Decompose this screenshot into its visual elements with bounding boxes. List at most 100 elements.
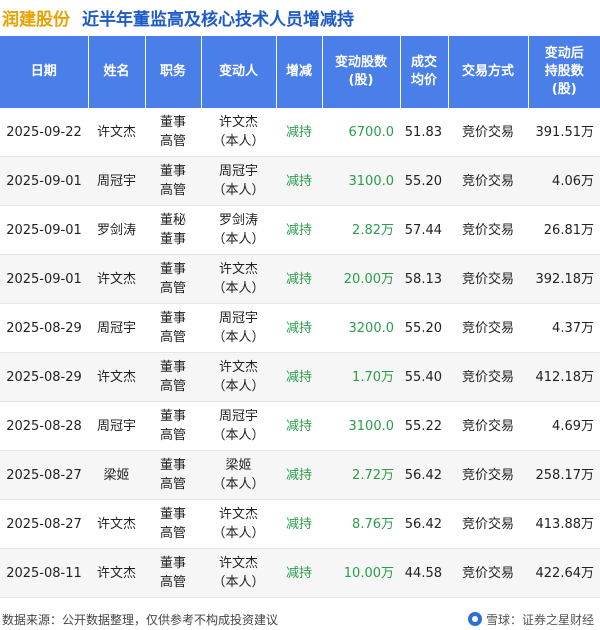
cell-changer: 许文杰 （本人） bbox=[201, 352, 276, 402]
insider-trading-table: 日期 姓名 职务 变动人 增减 变动股数 (股) 成交 均价 交易方式 变动后 bbox=[0, 36, 600, 598]
cell-changer: 周冠宇 （本人） bbox=[201, 401, 276, 451]
cell-position-line1: 董事 bbox=[159, 311, 186, 326]
cell-position: 董事 高管 bbox=[145, 303, 201, 353]
cell-position-line2: 高管 bbox=[159, 134, 186, 149]
cell-changer: 许文杰 （本人） bbox=[201, 108, 276, 157]
cell-changer-line1: 许文杰 bbox=[218, 507, 258, 522]
col-header-price-line1: 成交 bbox=[410, 55, 437, 70]
cell-after: 413.88万 bbox=[528, 499, 600, 549]
cell-date: 2025-09-01 bbox=[0, 205, 88, 255]
col-header-direction: 增减 bbox=[276, 36, 323, 108]
cell-volume: 6700.0 bbox=[322, 108, 400, 157]
cell-changer-line1: 罗剑涛 bbox=[218, 213, 258, 228]
cell-price: 55.20 bbox=[400, 303, 448, 353]
cell-volume: 1.70万 bbox=[322, 352, 400, 402]
stock-name: 润建股份 bbox=[2, 9, 70, 30]
cell-method: 竞价交易 bbox=[448, 108, 528, 157]
cell-date: 2025-09-22 bbox=[0, 108, 88, 157]
page-title: 润建股份 近半年董监高及核心技术人员增减持 bbox=[0, 0, 600, 34]
cell-position-line1: 董事 bbox=[159, 360, 186, 375]
cell-direction: 减持 bbox=[276, 108, 322, 157]
cell-position: 董事 高管 bbox=[145, 401, 201, 451]
cell-changer: 许文杰 （本人） bbox=[201, 254, 276, 304]
cell-position-line2: 高管 bbox=[159, 379, 186, 394]
cell-date: 2025-08-27 bbox=[0, 450, 88, 500]
cell-position-line2: 高管 bbox=[159, 526, 186, 541]
cell-position-line2: 高管 bbox=[159, 183, 186, 198]
cell-changer-line2: （本人） bbox=[212, 330, 265, 345]
cell-after: 26.81万 bbox=[528, 205, 600, 255]
cell-changer-line2: （本人） bbox=[212, 477, 265, 492]
col-header-date: 日期 bbox=[0, 36, 89, 108]
brand-text: 雪球：证券之星财经 bbox=[485, 612, 594, 627]
cell-position-line1: 董事 bbox=[159, 458, 186, 473]
cell-changer-line2: （本人） bbox=[212, 183, 265, 198]
cell-price: 57.44 bbox=[400, 205, 448, 255]
col-header-method: 交易方式 bbox=[448, 36, 529, 108]
cell-position-line2: 高管 bbox=[159, 477, 186, 492]
cell-changer-line2: （本人） bbox=[212, 379, 265, 394]
cell-date: 2025-08-28 bbox=[0, 401, 88, 451]
col-header-volume: 变动股数 (股) bbox=[322, 36, 401, 108]
cell-position: 董事 高管 bbox=[145, 108, 201, 157]
cell-direction: 减持 bbox=[276, 548, 322, 598]
cell-date: 2025-08-27 bbox=[0, 499, 88, 549]
cell-name: 梁姬 bbox=[88, 450, 145, 500]
cell-name: 许文杰 bbox=[88, 548, 145, 598]
table-row: 2025-09-01 罗剑涛 董秘 董事 罗剑涛 （本人） 减持 2.82万 57.44 竞价交易… bbox=[0, 205, 600, 255]
cell-price: 58.13 bbox=[400, 254, 448, 304]
col-header-after: 变动后 持股数 (股) bbox=[528, 36, 600, 108]
table-row: 2025-08-28 周冠宇 董事 高管 周冠宇 （本人） 减持 3100.0 55.22 竞价交… bbox=[0, 401, 600, 451]
cell-after: 422.64万 bbox=[528, 548, 600, 598]
cell-position-line1: 董事 bbox=[159, 115, 186, 130]
table-row: 2025-09-22 许文杰 董事 高管 许文杰 （本人） 减持 6700.0 51.83 竞价交… bbox=[0, 108, 600, 157]
table-subtitle: 近半年董监高及核心技术人员增减持 bbox=[82, 9, 354, 30]
cell-price: 55.40 bbox=[400, 352, 448, 402]
cell-method: 竞价交易 bbox=[448, 450, 528, 500]
table-row: 2025-09-01 周冠宇 董事 高管 周冠宇 （本人） 减持 3100.0 55.20 竞价交… bbox=[0, 156, 600, 206]
cell-position-line2: 高管 bbox=[159, 428, 186, 443]
cell-name: 许文杰 bbox=[88, 254, 145, 304]
cell-changer-line1: 许文杰 bbox=[218, 262, 258, 277]
cell-after: 412.18万 bbox=[528, 352, 600, 402]
cell-name: 罗剑涛 bbox=[88, 205, 145, 255]
cell-price: 55.22 bbox=[400, 401, 448, 451]
cell-after: 4.37万 bbox=[528, 303, 600, 353]
cell-position: 董事 高管 bbox=[145, 254, 201, 304]
cell-position-line1: 董事 bbox=[159, 507, 186, 522]
cell-method: 竞价交易 bbox=[448, 205, 528, 255]
cell-direction: 减持 bbox=[276, 205, 322, 255]
col-header-after-line1: 变动后 bbox=[544, 46, 584, 61]
cell-position-line2: 高管 bbox=[159, 575, 186, 590]
cell-after: 4.69万 bbox=[528, 401, 600, 451]
cell-direction: 减持 bbox=[276, 401, 322, 451]
cell-date: 2025-09-01 bbox=[0, 156, 88, 206]
cell-changer: 罗剑涛 （本人） bbox=[201, 205, 276, 255]
table-row: 2025-08-27 梁姬 董事 高管 梁姬 （本人） 减持 2.72万 56.42 竞价交易 25… bbox=[0, 450, 600, 500]
cell-position-line2: 高管 bbox=[159, 330, 186, 345]
cell-position-line1: 董事 bbox=[159, 556, 186, 571]
cell-changer-line2: （本人） bbox=[212, 526, 265, 541]
cell-name: 周冠宇 bbox=[88, 303, 145, 353]
cell-name: 许文杰 bbox=[88, 108, 145, 157]
cell-position-line1: 董事 bbox=[159, 164, 186, 179]
cell-method: 竞价交易 bbox=[448, 548, 528, 598]
cell-name: 周冠宇 bbox=[88, 401, 145, 451]
cell-volume: 3100.0 bbox=[322, 156, 400, 206]
cell-changer-line1: 许文杰 bbox=[218, 115, 258, 130]
cell-changer-line2: （本人） bbox=[212, 134, 265, 149]
cell-volume: 3200.0 bbox=[322, 303, 400, 353]
cell-method: 竞价交易 bbox=[448, 303, 528, 353]
table-row: 2025-09-01 许文杰 董事 高管 许文杰 （本人） 减持 20.00万 58.13 竞价交… bbox=[0, 254, 600, 304]
cell-method: 竞价交易 bbox=[448, 156, 528, 206]
cell-method: 竞价交易 bbox=[448, 254, 528, 304]
cell-position-line2: 高管 bbox=[159, 281, 186, 296]
cell-method: 竞价交易 bbox=[448, 401, 528, 451]
cell-direction: 减持 bbox=[276, 303, 322, 353]
table-row: 2025-08-29 许文杰 董事 高管 许文杰 （本人） 减持 1.70万 55.40 竞价交易… bbox=[0, 352, 600, 402]
cell-position: 董事 高管 bbox=[145, 499, 201, 549]
col-header-after-line3: (股) bbox=[551, 82, 577, 97]
cell-position-line1: 董秘 bbox=[159, 213, 186, 228]
cell-price: 56.42 bbox=[400, 499, 448, 549]
cell-changer-line1: 许文杰 bbox=[218, 556, 258, 571]
